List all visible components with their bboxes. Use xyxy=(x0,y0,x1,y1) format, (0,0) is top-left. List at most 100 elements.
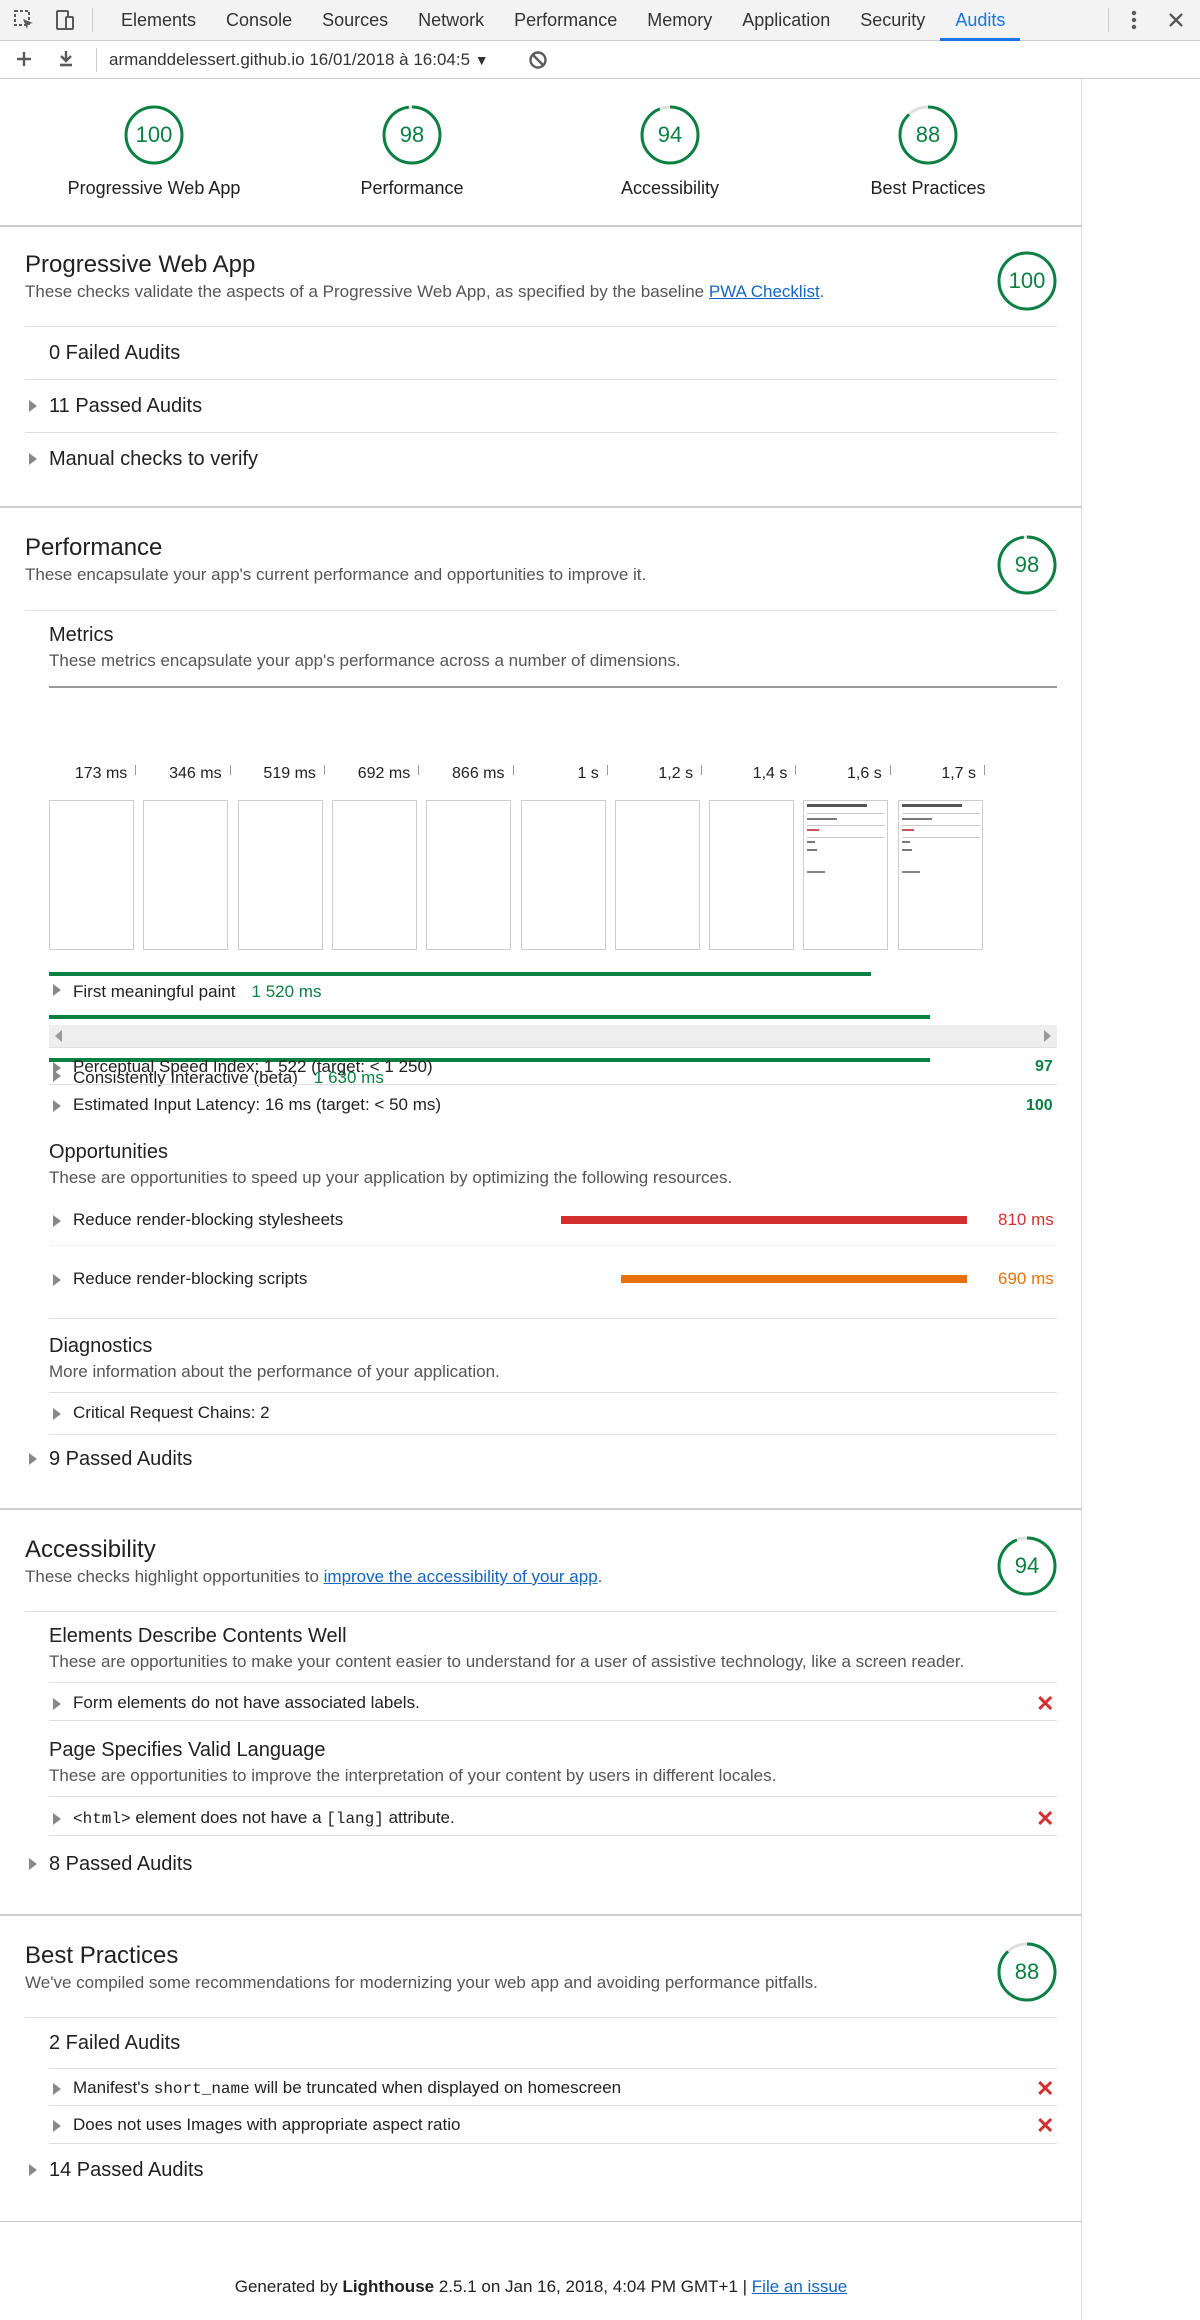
horizontal-scrollbar[interactable] xyxy=(49,1025,1057,1047)
fail-icon: ✕ xyxy=(1036,1691,1055,1716)
timeline-tick xyxy=(135,765,137,775)
accessibility-link[interactable]: improve the accessibility of your app xyxy=(324,1567,598,1586)
frame-content xyxy=(901,804,962,807)
report-selector[interactable]: armanddelessert.github.io 16/01/2018 à 1… xyxy=(109,50,489,70)
frame-content xyxy=(901,849,912,851)
opportunity-label[interactable]: Reduce render-blocking stylesheets xyxy=(73,1210,343,1230)
performance-score: 98 xyxy=(1014,552,1040,577)
expand-arrow-icon xyxy=(53,2083,61,2095)
divider xyxy=(49,1245,1057,1246)
timeline-tick xyxy=(229,765,231,775)
timeline-tick-label: 866 ms xyxy=(452,765,505,782)
best-practices-passed-audits[interactable]: 14 Passed Audits xyxy=(49,2159,204,2182)
pwa-failed-audits: 0 Failed Audits xyxy=(49,342,181,364)
expand-arrow-icon xyxy=(29,400,37,412)
opportunity-label[interactable]: Reduce render-blocking scripts xyxy=(73,1269,307,1289)
more-options-icon[interactable] xyxy=(1122,8,1146,32)
filmstrip-frame xyxy=(49,800,134,950)
frame-content xyxy=(807,849,818,851)
expand-arrow-icon xyxy=(53,1408,61,1420)
image-aspect-ratio-audit[interactable]: Does not uses Images with appropriate as… xyxy=(73,2115,460,2135)
manifest-short-name-audit[interactable]: Manifest's short_name will be truncated … xyxy=(73,2078,621,2098)
timeline-tick-label: 1,2 s xyxy=(658,765,694,782)
gauge-score: 94 xyxy=(657,122,683,147)
devtools-toolbar: Elements Console Sources Network Perform… xyxy=(0,0,1200,41)
expand-arrow-icon xyxy=(29,2164,37,2176)
accessibility-score: 94 xyxy=(1014,1553,1040,1578)
accessibility-title: Accessibility xyxy=(25,1536,156,1563)
tab-elements[interactable]: Elements xyxy=(106,0,211,41)
expand-arrow-icon xyxy=(53,1100,61,1112)
tab-security[interactable]: Security xyxy=(845,0,940,41)
scroll-left-icon[interactable] xyxy=(55,1030,62,1042)
metric-bar xyxy=(49,1015,930,1019)
expand-arrow-icon xyxy=(29,453,37,465)
tab-audits[interactable]: Audits xyxy=(940,0,1021,41)
fail-icon: ✕ xyxy=(1036,1806,1055,1831)
tab-memory[interactable]: Memory xyxy=(632,0,727,41)
pwa-passed-audits[interactable]: 11 Passed Audits xyxy=(49,395,202,418)
perceptual-speed-index[interactable]: Perceptual Speed Index: 1 522 (target: <… xyxy=(73,1057,433,1077)
opportunity-bar xyxy=(561,1216,967,1224)
scroll-right-icon[interactable] xyxy=(1044,1030,1051,1042)
timeline-tick-label: 1 s xyxy=(577,765,599,782)
toolbar-separator xyxy=(92,8,93,32)
frame-content xyxy=(901,837,980,838)
frame-content xyxy=(901,871,920,873)
metric-row[interactable]: First meaningful paint 1 520 ms xyxy=(73,982,321,1002)
file-issue-link[interactable]: File an issue xyxy=(752,2277,847,2296)
gauge-label: Performance xyxy=(360,178,464,198)
device-toolbar-icon[interactable] xyxy=(52,8,76,32)
tab-performance[interactable]: Performance xyxy=(499,0,632,41)
gauge-score: 98 xyxy=(399,122,425,147)
fail-icon: ✕ xyxy=(1036,2076,1055,2101)
performance-passed-audits[interactable]: 9 Passed Audits xyxy=(49,1448,192,1471)
timeline-tick xyxy=(323,765,325,775)
opportunities-title: Opportunities xyxy=(49,1141,168,1163)
timeline-tick-label: 1,7 s xyxy=(941,765,976,782)
critical-request-chains[interactable]: Critical Request Chains: 2 xyxy=(73,1403,270,1423)
tab-sources[interactable]: Sources xyxy=(307,0,403,41)
accessibility-passed-audits[interactable]: 8 Passed Audits xyxy=(49,1853,192,1876)
filmstrip-frame xyxy=(426,800,512,950)
pwa-score: 100 xyxy=(1008,268,1046,293)
close-icon[interactable] xyxy=(1164,8,1188,32)
metrics-description: These metrics encapsulate your app's per… xyxy=(49,651,681,670)
clear-icon[interactable] xyxy=(526,48,550,72)
divider xyxy=(49,1392,1057,1393)
filmstrip-axis xyxy=(49,686,1057,688)
expand-arrow-icon xyxy=(29,1858,37,1870)
elements-describe-description: These are opportunities to make your con… xyxy=(49,1652,965,1671)
pwa-title: Progressive Web App xyxy=(25,251,256,278)
filmstrip-frame xyxy=(614,800,700,950)
html-lang-audit[interactable]: <html> element does not have a [lang] at… xyxy=(73,1808,455,1828)
metric-value: 1 520 ms xyxy=(251,982,322,1001)
divider xyxy=(49,2068,1057,2069)
diagnostics-title: Diagnostics xyxy=(49,1335,153,1357)
divider xyxy=(49,1835,1057,1836)
new-audit-icon[interactable] xyxy=(12,47,36,71)
inspect-element-icon[interactable] xyxy=(12,8,36,32)
valid-language-description: These are opportunities to improve the i… xyxy=(49,1766,777,1785)
metrics-title: Metrics xyxy=(49,624,114,646)
divider xyxy=(25,610,1057,611)
estimated-input-latency[interactable]: Estimated Input Latency: 16 ms (target: … xyxy=(73,1095,441,1115)
opportunity-value: 690 ms xyxy=(998,1269,1054,1288)
tab-application[interactable]: Application xyxy=(727,0,845,41)
frame-content xyxy=(901,813,980,814)
gauge-score: 100 xyxy=(135,122,173,147)
gauge-label: Best Practices xyxy=(870,178,986,198)
timeline-tick-label: 1,6 s xyxy=(847,765,882,782)
tab-console[interactable]: Console xyxy=(211,0,307,41)
tab-network[interactable]: Network xyxy=(403,0,499,41)
form-labels-audit[interactable]: Form elements do not have associated lab… xyxy=(73,1693,420,1713)
timeline-tick-label: 173 ms xyxy=(74,765,128,782)
section-divider xyxy=(0,2221,1082,2222)
divider xyxy=(49,1084,1057,1085)
eil-score: 100 xyxy=(1026,1097,1053,1114)
pwa-manual-checks[interactable]: Manual checks to verify xyxy=(49,448,258,471)
best-practices-title: Best Practices xyxy=(25,1942,179,1969)
pwa-checklist-link[interactable]: PWA Checklist xyxy=(709,282,820,301)
divider xyxy=(25,2017,1057,2018)
download-icon[interactable] xyxy=(54,47,78,71)
